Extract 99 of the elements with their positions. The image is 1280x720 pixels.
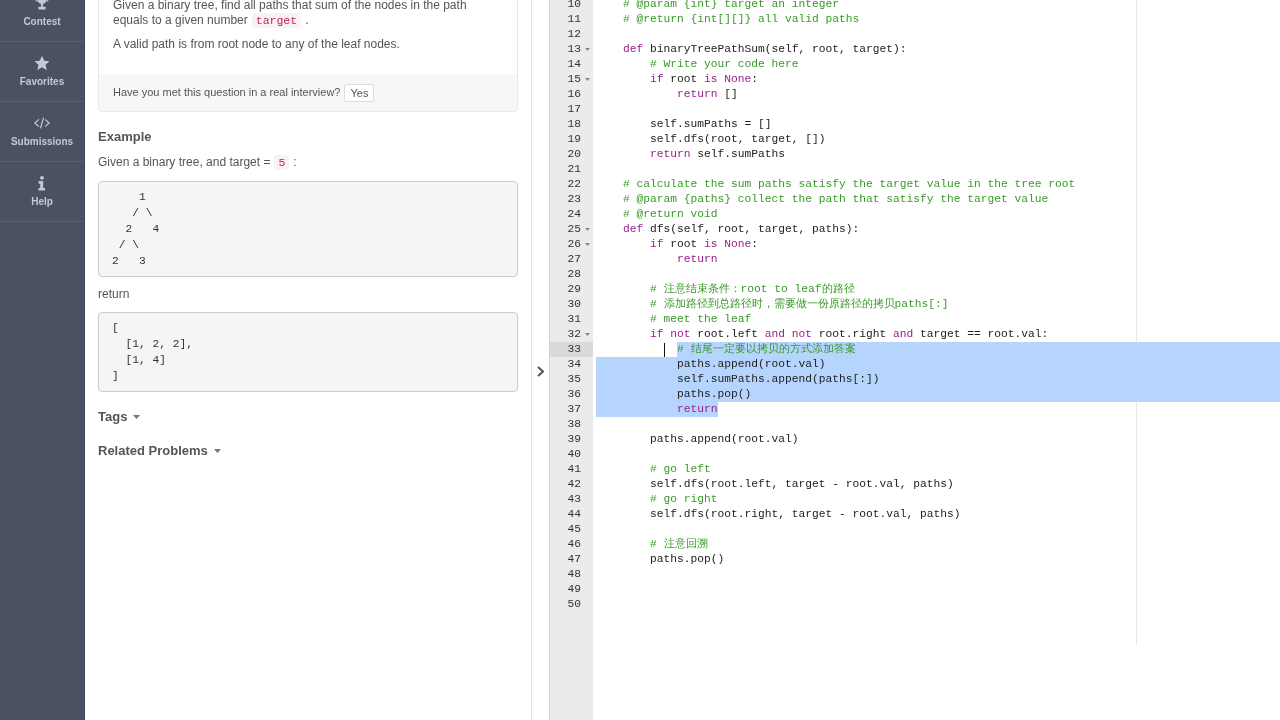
code-line: def dfs(self, root, target, paths): xyxy=(623,222,860,237)
caret-down-icon xyxy=(213,449,221,453)
code-line: # 注意回溯 xyxy=(650,537,708,552)
line-number: 38 xyxy=(566,417,581,432)
code-line: self.dfs(root.right, target - root.val, paths) xyxy=(650,507,961,522)
code-line: # calculate the sum paths satisfy the target value in the tree root xyxy=(623,177,1076,192)
tags-toggle[interactable]: Tags xyxy=(98,408,141,426)
info-icon xyxy=(38,175,46,191)
line-number: 28 xyxy=(566,267,581,282)
fold-caret-icon[interactable] xyxy=(584,333,590,336)
code-line: paths.pop() xyxy=(650,552,725,567)
line-number: 49 xyxy=(566,582,581,597)
code-line: self.dfs(root.left, target - root.val, paths) xyxy=(650,477,954,492)
line-number: 23 xyxy=(566,192,581,207)
code-line: return self.sumPaths xyxy=(650,147,786,162)
code-line: if not root.left and not root.right and target == root.val: xyxy=(650,327,1049,342)
inline-code: target xyxy=(251,13,302,28)
code-line: # @return void xyxy=(623,207,718,222)
line-number: 35 xyxy=(566,372,581,387)
line-number: 25 xyxy=(566,222,581,237)
line-number: 19 xyxy=(566,132,581,147)
code-icon xyxy=(34,115,50,131)
code-line: # go right xyxy=(650,492,718,507)
related-problems-toggle[interactable]: Related Problems xyxy=(98,442,221,460)
chevron-right-icon[interactable] xyxy=(537,366,544,377)
nav-link[interactable]: Contest xyxy=(23,0,61,28)
code-line: return xyxy=(677,402,718,417)
inline-code: 5 xyxy=(274,155,290,170)
line-number: 18 xyxy=(566,117,581,132)
line-number: 24 xyxy=(566,207,581,222)
line-number: 22 xyxy=(566,177,581,192)
code-line: paths.pop() xyxy=(677,387,752,402)
section-heading: Example xyxy=(98,128,153,146)
nav-link[interactable]: Favorites xyxy=(19,55,65,88)
line-number: 11 xyxy=(566,12,581,27)
fold-caret-icon[interactable] xyxy=(584,228,590,231)
code-line: # @param {paths} collect the path that satisfy the target value xyxy=(623,192,1049,207)
line-number: 46 xyxy=(566,537,581,552)
code-block: [ [1, 2, 2], [1, 4] ] xyxy=(98,312,518,392)
return-label: return xyxy=(98,286,131,303)
code-line: # @return {int[][]} all valid paths xyxy=(623,12,860,27)
line-number: 33 xyxy=(566,342,581,357)
code-line: # go left xyxy=(650,462,711,477)
line-number: 29 xyxy=(566,282,581,297)
line-number: 32 xyxy=(566,327,581,342)
line-number: 14 xyxy=(566,57,581,72)
code-line: def binaryTreePathSum(self, root, target): xyxy=(623,42,907,57)
example-text: Given a binary tree, and target = 5 : xyxy=(98,154,298,172)
code-line: return xyxy=(677,252,718,267)
fold-caret-icon[interactable] xyxy=(584,48,590,51)
line-number: 20 xyxy=(566,147,581,162)
description-text: A valid path is from root node to any of the leaf nodes. xyxy=(113,37,401,52)
line-number: 36 xyxy=(566,387,581,402)
line-number: 40 xyxy=(566,447,581,462)
code-line: self.sumPaths.append(paths[:]) xyxy=(677,372,880,387)
code-line: self.dfs(root, target, []) xyxy=(650,132,826,147)
line-number: 34 xyxy=(566,357,581,372)
fold-caret-icon[interactable] xyxy=(584,243,590,246)
line-number: 16 xyxy=(566,87,581,102)
code-block: 1 / \ 2 4 / \ 2 3 xyxy=(98,181,518,277)
nav-link[interactable]: Submissions xyxy=(10,115,74,148)
code-line: self.sumPaths = [] xyxy=(650,117,772,132)
line-number: 45 xyxy=(566,522,581,537)
description-text: Given a binary tree, find all paths that sum of the nodes in the path equals to a given number target . xyxy=(113,0,468,28)
line-number: 39 xyxy=(566,432,581,447)
interview-question: Have you met this question in a real interview? xyxy=(113,85,341,101)
line-number: 17 xyxy=(566,102,581,117)
star-icon xyxy=(34,55,50,71)
code-line: paths.append(root.val) xyxy=(650,432,799,447)
code-line: if root is None: xyxy=(650,237,759,252)
line-number: 50 xyxy=(566,597,581,612)
line-number: 43 xyxy=(566,492,581,507)
caret-down-icon xyxy=(133,415,141,419)
code-line: # 注意结束条件：root to leaf的路径 xyxy=(650,282,855,297)
line-number: 30 xyxy=(566,297,581,312)
yes-button[interactable]: Yes xyxy=(344,83,375,102)
line-number: 48 xyxy=(566,567,581,582)
code-line: # Write your code here xyxy=(650,57,799,72)
code-line: if root is None: xyxy=(650,72,759,87)
line-number: 10 xyxy=(566,0,581,12)
line-number: 15 xyxy=(566,72,581,87)
line-number: 21 xyxy=(566,162,581,177)
line-number: 26 xyxy=(566,237,581,252)
line-number: 27 xyxy=(566,252,581,267)
code-line: # 结尾一定要以拷贝的方式添加答案 xyxy=(677,342,856,357)
line-number: 41 xyxy=(566,462,581,477)
nav-link[interactable]: Help xyxy=(31,175,53,208)
code-line: paths.append(root.val) xyxy=(677,357,826,372)
line-number: 37 xyxy=(566,402,581,417)
line-number: 13 xyxy=(566,42,581,57)
fold-caret-icon[interactable] xyxy=(584,78,590,81)
code-line: return [] xyxy=(677,87,738,102)
line-number: 42 xyxy=(566,477,581,492)
code-line: # meet the leaf xyxy=(650,312,752,327)
line-number: 47 xyxy=(566,552,581,567)
line-number: 31 xyxy=(566,312,581,327)
line-number: 44 xyxy=(566,507,581,522)
line-number: 12 xyxy=(566,27,581,42)
code-line: # 添加路径到总路径时，需要做一份原路径的拷贝paths[:] xyxy=(650,297,949,312)
